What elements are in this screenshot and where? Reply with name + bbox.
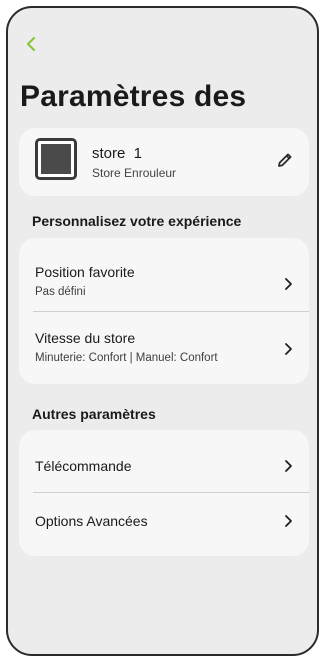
back-button[interactable] <box>22 34 42 54</box>
row-remote-control[interactable]: Télécommande <box>19 430 309 492</box>
phone-frame: Paramètres des store 1 Store Enrouleur P… <box>6 6 319 656</box>
row-label: Télécommande <box>35 458 132 474</box>
section-title-other: Autres paramètres <box>32 406 156 422</box>
device-card: store 1 Store Enrouleur <box>19 128 309 196</box>
personalize-card: Position favorite Pas défini Vitesse du … <box>19 238 309 384</box>
chevron-right-icon <box>285 278 292 290</box>
row-label: Options Avancées <box>35 513 148 529</box>
row-favorite-position[interactable]: Position favorite Pas défini <box>19 238 309 311</box>
page-title: Paramètres des <box>20 80 247 113</box>
chevron-right-icon <box>285 343 292 355</box>
device-type: Store Enrouleur <box>92 166 177 180</box>
roller-blind-fill <box>41 144 71 174</box>
row-label: Position favorite <box>35 264 135 280</box>
edit-button[interactable] <box>275 150 295 170</box>
roller-blind-icon <box>35 138 77 180</box>
row-label: Vitesse du store <box>35 330 136 346</box>
row-blind-speed[interactable]: Vitesse du store Minuterie: Confort | Ma… <box>19 312 309 384</box>
chevron-left-icon <box>26 36 36 52</box>
pencil-icon <box>278 153 292 167</box>
row-sub: Minuterie: Confort | Manuel: Confort <box>35 352 218 364</box>
row-advanced-options[interactable]: Options Avancées <box>19 493 309 556</box>
device-name: store 1 <box>92 145 143 162</box>
chevron-right-icon <box>285 515 292 527</box>
section-title-personalize: Personnalisez votre expérience <box>32 213 242 229</box>
other-settings-card: Télécommande Options Avancées <box>19 430 309 556</box>
chevron-right-icon <box>285 460 292 472</box>
row-sub: Pas défini <box>35 286 86 298</box>
